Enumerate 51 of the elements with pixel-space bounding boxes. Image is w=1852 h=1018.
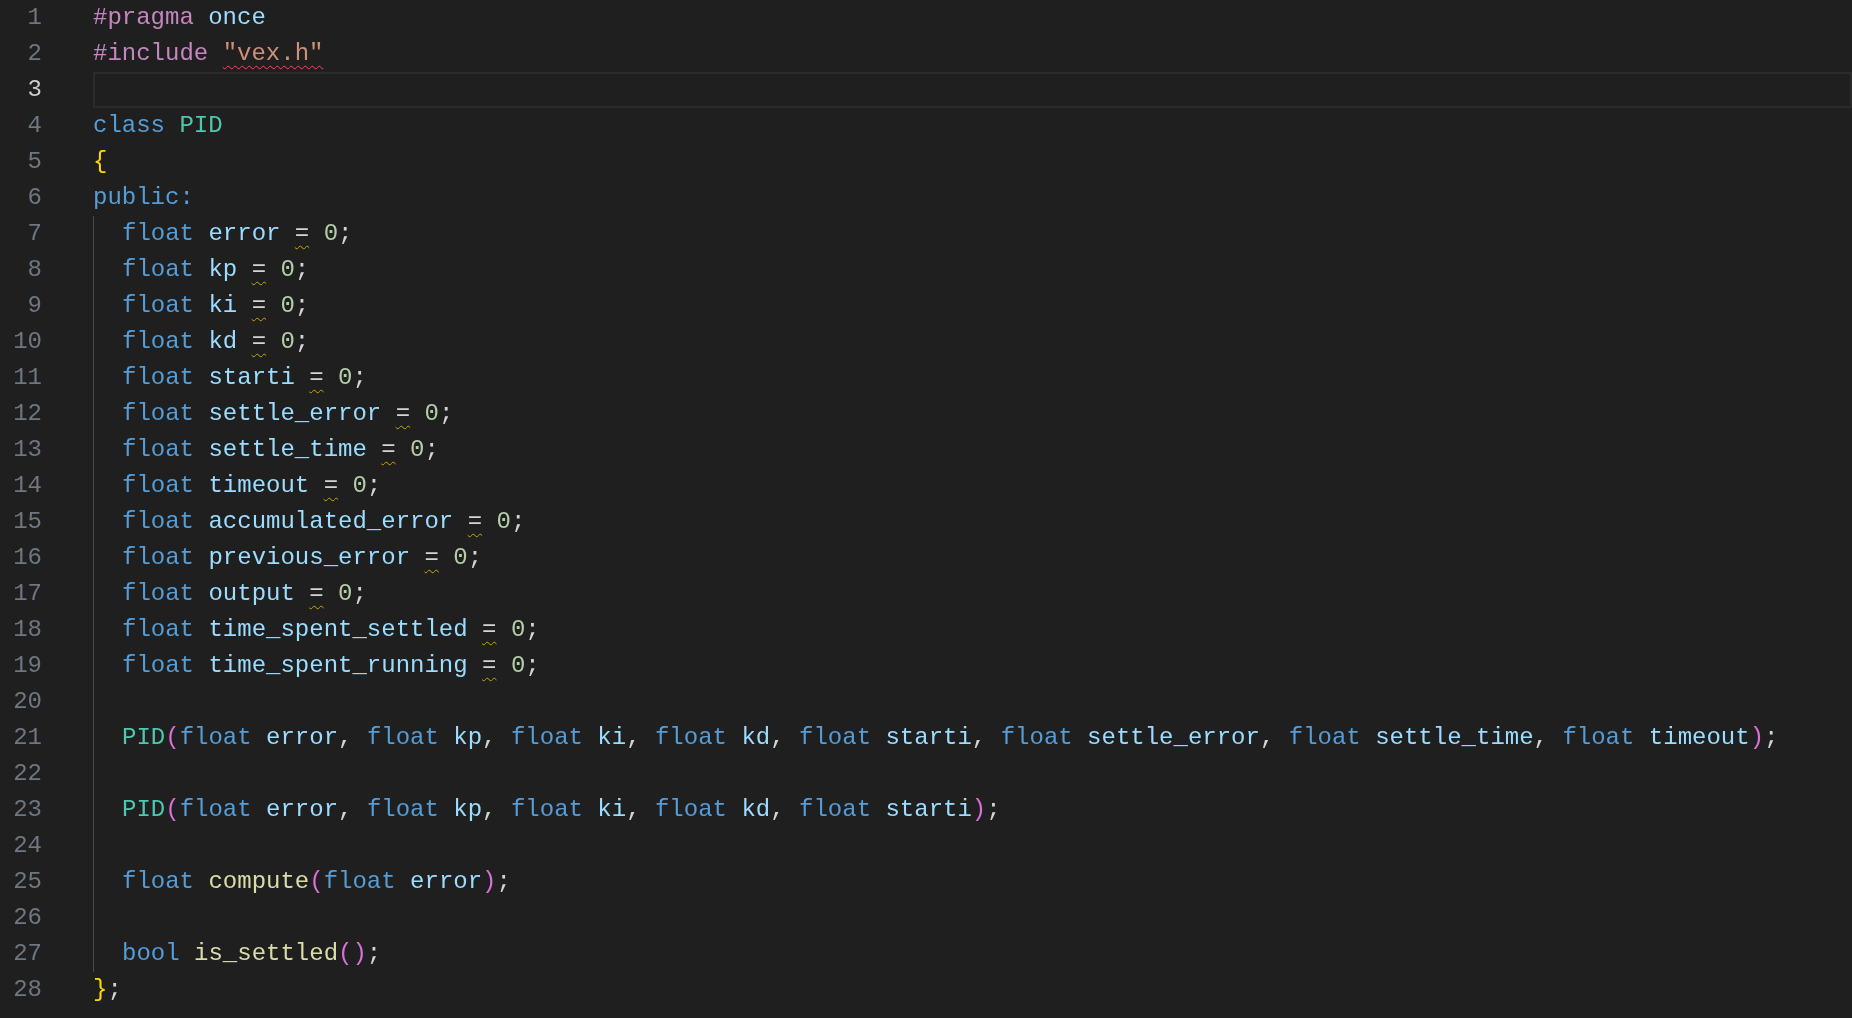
line-number: 25 (12, 867, 42, 897)
code-line: { (93, 147, 108, 177)
line-number: 1 (26, 3, 42, 33)
line-number: 15 (12, 507, 42, 537)
line-number: 5 (26, 147, 42, 177)
code-line: class PID (93, 111, 223, 141)
code-line: float ki = 0; (122, 291, 310, 321)
line-number: 24 (12, 831, 42, 861)
line-number: 11 (12, 363, 42, 393)
line-number: 14 (12, 471, 42, 501)
code-line: float accumulated_error = 0; (122, 507, 526, 537)
code-line: }; (93, 975, 122, 1005)
code-line: float starti = 0; (122, 363, 367, 393)
code-line: float output = 0; (122, 579, 367, 609)
line-number: 7 (26, 219, 42, 249)
line-number: 16 (12, 543, 42, 573)
line-number: 22 (12, 759, 42, 789)
code-line: float timeout = 0; (122, 471, 382, 501)
line-number: 13 (12, 435, 42, 465)
line-number: 28 (12, 975, 42, 1005)
code-line: float settle_error = 0; (122, 399, 454, 429)
line-number: 20 (12, 687, 42, 717)
line-number: 10 (12, 327, 42, 357)
line-number: 17 (12, 579, 42, 609)
code-line: float error = 0; (122, 219, 353, 249)
line-number: 2 (26, 39, 42, 69)
code-line: PID(float error, float kp, float ki, float kd, float starti); (122, 795, 1001, 825)
line-number: 3 (26, 75, 42, 105)
code-line: float time_spent_running = 0; (122, 651, 540, 681)
line-number: 18 (12, 615, 42, 645)
line-number: 4 (26, 111, 42, 141)
code-line: #include "vex.h" (93, 39, 324, 69)
code-line: float time_spent_settled = 0; (122, 615, 540, 645)
line-number: 19 (12, 651, 42, 681)
line-number: 27 (12, 939, 42, 969)
code-line: float previous_error = 0; (122, 543, 483, 573)
code-line: float settle_time = 0; (122, 435, 439, 465)
code-line: float compute(float error); (122, 867, 511, 897)
line-number: 12 (12, 399, 42, 429)
line-number: 21 (12, 723, 42, 753)
line-number: 8 (26, 255, 42, 285)
code-line: PID(float error, float kp, float ki, float kd, float starti, float settle_error, float settle_time, float timeout); (122, 723, 1779, 753)
line-number: 6 (26, 183, 42, 213)
line-number: 9 (26, 291, 42, 321)
code-line: float kd = 0; (122, 327, 310, 357)
line-number: 23 (12, 795, 42, 825)
code-line: bool is_settled(); (122, 939, 382, 969)
code-line: #pragma once (93, 3, 266, 33)
code-line: public: (93, 183, 194, 213)
line-number: 26 (12, 903, 42, 933)
code-line: float kp = 0; (122, 255, 310, 285)
